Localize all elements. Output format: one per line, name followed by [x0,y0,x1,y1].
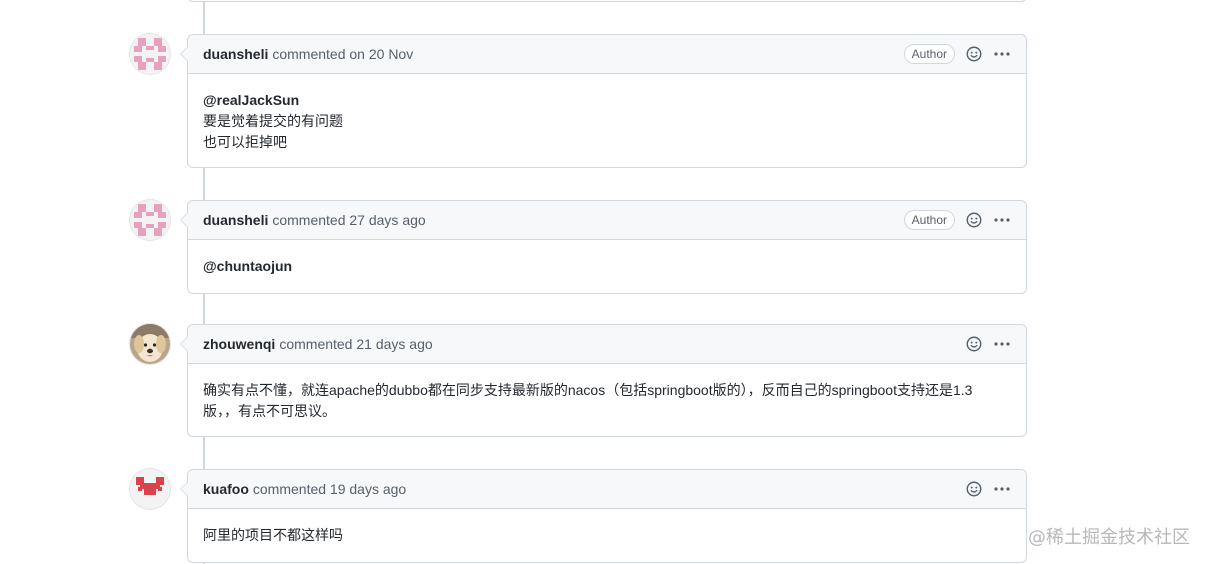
comment-header: kuafoo commented 19 days ago [188,470,1026,509]
comment-card: kuafoo commented 19 days ago 阿里的项目不都这样吗 [180,469,1027,563]
user-mention[interactable]: @realJackSun [203,90,1011,111]
comment-author[interactable]: kuafoo [203,481,249,497]
comment-timestamp[interactable]: commented 27 days ago [272,212,425,228]
avatar-duansheli[interactable] [130,200,170,240]
author-badge: Author [903,44,955,64]
previous-comment-edge [187,0,1027,2]
comment-card: duansheli commented on 20 Nov Author @rea… [180,34,1027,168]
avatar-zhouwenqi[interactable] [130,324,170,364]
comment-header: duansheli commented on 20 Nov Author [188,35,1026,74]
comment-line: 也可以拒掉吧 [203,134,287,150]
kebab-horizontal-icon[interactable] [993,480,1011,498]
kebab-horizontal-icon[interactable] [993,211,1011,229]
kebab-horizontal-icon[interactable] [993,45,1011,63]
avatar-duansheli[interactable] [130,34,170,74]
comment-line: 要是觉着提交的有问题 [203,113,343,129]
comment-body: 阿里的项目不都这样吗 [188,509,1026,562]
comment-timestamp[interactable]: commented on 20 Nov [272,46,413,62]
user-mention[interactable]: @chuntaojun [203,256,1011,277]
comment-body: @realJackSun 要是觉着提交的有问题 也可以拒掉吧 [188,74,1026,167]
comment-author[interactable]: duansheli [203,212,268,228]
comment-timestamp[interactable]: commented 19 days ago [253,481,406,497]
smiley-icon[interactable] [965,45,983,63]
comment-author[interactable]: zhouwenqi [203,336,275,352]
comment-body: 确实有点不懂，就连apache的dubbo都在同步支持最新版的nacos（包括s… [188,364,1026,436]
comment-body: @chuntaojun [188,240,1026,293]
comment-header: zhouwenqi commented 21 days ago [188,325,1026,364]
comment-timestamp[interactable]: commented 21 days ago [279,336,432,352]
smiley-icon[interactable] [965,211,983,229]
comment-header: duansheli commented 27 days ago Author [188,201,1026,240]
comment-card: zhouwenqi commented 21 days ago 确实有点不懂，就连… [180,324,1027,437]
smiley-icon[interactable] [965,480,983,498]
kebab-horizontal-icon[interactable] [993,335,1011,353]
comment-line: 版，，有点不可思议。 [203,403,336,419]
avatar-kuafoo[interactable] [130,469,170,509]
comment-card: duansheli commented 27 days ago Author @c… [180,200,1027,294]
comment-line: 阿里的项目不都这样吗 [203,527,343,543]
smiley-icon[interactable] [965,335,983,353]
comment-author[interactable]: duansheli [203,46,268,62]
comment-line: 确实有点不懂，就连apache的dubbo都在同步支持最新版的nacos（包括s… [203,382,973,398]
watermark: @稀土掘金技术社区 [1028,527,1190,548]
author-badge: Author [903,210,955,230]
pr-conversation-timeline: duansheli commented on 20 Nov Author @rea… [0,0,1206,564]
